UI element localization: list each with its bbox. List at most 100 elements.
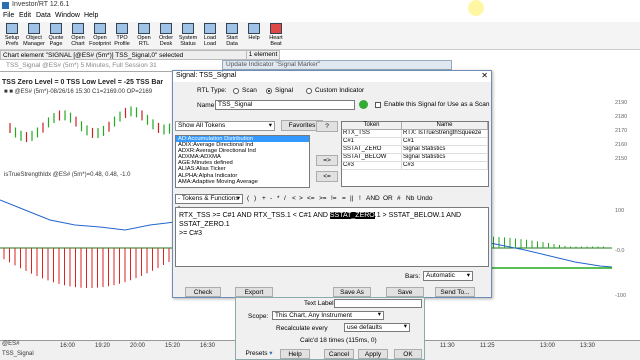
op-not[interactable]: ! bbox=[359, 195, 361, 202]
op-le[interactable]: <= bbox=[307, 195, 315, 202]
chevron-down-icon: ▾ bbox=[236, 195, 240, 202]
grid-header-name: Name bbox=[402, 122, 488, 130]
op-ne[interactable]: != bbox=[331, 195, 337, 202]
token-help-button[interactable]: ? bbox=[316, 121, 338, 132]
ok-button[interactable]: OK bbox=[394, 349, 422, 359]
heart-beat-button[interactable]: Heart Beat bbox=[265, 23, 287, 49]
menu-window[interactable]: Window bbox=[55, 12, 80, 19]
time-tick: 13:30 bbox=[580, 343, 596, 349]
chevron-down-icon: ▾ bbox=[377, 311, 381, 318]
help-button[interactable]: Help bbox=[243, 23, 265, 49]
object-manager-button[interactable]: Object Manager bbox=[23, 23, 45, 49]
window-titlebar: Investor/RT 12.6.1 bbox=[0, 0, 640, 11]
token-list[interactable]: AD:Accumulation Distribution ADIX:Averag… bbox=[175, 135, 310, 188]
grid-cell[interactable]: Signal Statistics bbox=[402, 146, 488, 154]
op-plus[interactable]: + bbox=[262, 195, 266, 202]
grid-cell[interactable]: RTX_TSS bbox=[342, 130, 402, 138]
help-icon bbox=[248, 23, 260, 34]
cancel-button[interactable]: Cancel bbox=[324, 349, 354, 359]
order-icon bbox=[160, 23, 172, 34]
grid-cell[interactable]: C#3 bbox=[342, 162, 402, 170]
open-chart-button[interactable]: Open Chart bbox=[67, 23, 89, 49]
text-label-field[interactable] bbox=[334, 299, 422, 308]
grid-cell[interactable]: RTX: IsTrueStrengthSqueeze bbox=[402, 130, 488, 138]
op-lt[interactable]: < bbox=[292, 195, 296, 202]
op-gt[interactable]: > bbox=[299, 195, 303, 202]
chevron-down-icon: ▾ bbox=[403, 323, 407, 330]
grid-cell[interactable]: SSTAT_BELOW bbox=[342, 154, 402, 162]
close-icon[interactable]: ✕ bbox=[481, 71, 488, 80]
open-footprint-button[interactable]: Open Footprint bbox=[89, 23, 111, 49]
name-field[interactable]: TSS_Signal bbox=[215, 100, 355, 110]
apply-button[interactable]: Apply bbox=[358, 349, 388, 359]
radio-scan[interactable] bbox=[233, 88, 239, 94]
start-data-button[interactable]: Start Data bbox=[221, 23, 243, 49]
remove-token-button[interactable]: <= bbox=[316, 171, 338, 182]
status-line: Chart element "SIGNAL [@ES# (5m*)] TSS_S… bbox=[0, 50, 280, 60]
presets-button[interactable]: Presets ▾ bbox=[242, 349, 276, 359]
expression-editor[interactable]: RTX_TSS >= C#1 AND RTX_TSS.1 < C#1 AND S… bbox=[175, 207, 489, 267]
radio-custom-indicator[interactable] bbox=[306, 88, 312, 94]
radio-signal[interactable] bbox=[266, 88, 272, 94]
tpo-profile-button[interactable]: TPO Profile bbox=[111, 23, 133, 49]
calc-info: Calc'd 18 times (115ms, 0) bbox=[300, 337, 377, 344]
price-bars bbox=[9, 106, 171, 143]
add-token-button[interactable]: => bbox=[316, 155, 338, 166]
green-status-icon bbox=[359, 100, 368, 109]
op-times[interactable]: * bbox=[277, 195, 280, 202]
tokens-functions-select[interactable]: - Tokens & Functions -▾ bbox=[175, 194, 243, 210]
system-status-button[interactable]: System Status bbox=[177, 23, 199, 49]
grid-cell[interactable]: C#3 bbox=[402, 162, 488, 170]
grid-cell[interactable]: C#1 bbox=[402, 138, 488, 146]
time-tick: 19:20 bbox=[95, 343, 111, 349]
grid-cell[interactable]: C#1 bbox=[342, 138, 402, 146]
save-button[interactable]: Save bbox=[386, 287, 424, 297]
setup-prefs-button[interactable]: Setup Prefs bbox=[1, 23, 23, 49]
menu-edit[interactable]: Edit bbox=[19, 12, 31, 19]
settings-icon bbox=[6, 23, 18, 34]
help-panel-button[interactable]: Help bbox=[280, 349, 310, 359]
scope-select[interactable]: This Chart, Any Instrument ▾ bbox=[272, 311, 384, 320]
op-hash[interactable]: # bbox=[397, 195, 401, 202]
save-as-button[interactable]: Save As bbox=[333, 287, 371, 297]
op-open-paren[interactable]: ( bbox=[247, 195, 249, 202]
op-or-bars[interactable]: || bbox=[350, 195, 353, 202]
send-to-button[interactable]: Send To... bbox=[435, 287, 475, 297]
grid-cell[interactable]: Signal Statistics bbox=[402, 154, 488, 162]
op-close-paren[interactable]: ) bbox=[254, 195, 256, 202]
rtl-icon bbox=[138, 23, 150, 34]
time-tick: 11:25 bbox=[480, 343, 495, 349]
op-eq[interactable]: = bbox=[342, 195, 346, 202]
recalc-label: Recalculate every bbox=[276, 325, 328, 332]
op-nb[interactable]: Nb bbox=[406, 195, 414, 202]
op-divide[interactable]: / bbox=[284, 195, 286, 202]
token-grid[interactable]: Token Name RTX_TSS RTX: IsTrueStrengthSq… bbox=[341, 121, 489, 187]
order-desk-button[interactable]: Order Desk bbox=[155, 23, 177, 49]
quote-page-button[interactable]: Quote Page bbox=[45, 23, 67, 49]
load-icon bbox=[204, 23, 216, 34]
menu-file[interactable]: File bbox=[3, 12, 14, 19]
bars-select[interactable]: Automatic ▾ bbox=[423, 271, 473, 281]
enable-scan-checkbox[interactable] bbox=[375, 102, 381, 108]
op-minus[interactable]: - bbox=[270, 195, 272, 202]
undo-button[interactable]: Undo bbox=[417, 195, 433, 202]
op-and[interactable]: AND bbox=[366, 195, 380, 202]
grid-cell[interactable]: SSTAT_ZERO bbox=[342, 146, 402, 154]
app-title: Investor/RT 12.6.1 bbox=[12, 1, 70, 8]
menu-data[interactable]: Data bbox=[36, 12, 51, 19]
toolbar: Setup Prefs Object Manager Quote Page Op… bbox=[0, 22, 640, 50]
right-price-axis: 2190 2180 2170 2160 2150 100 -0.0 -100 bbox=[615, 100, 628, 299]
load-button[interactable]: Load Load bbox=[199, 23, 221, 49]
export-button[interactable]: Export bbox=[235, 287, 273, 297]
price-chart[interactable] bbox=[0, 98, 175, 170]
op-or[interactable]: OR bbox=[383, 195, 393, 202]
menu-help[interactable]: Help bbox=[84, 12, 98, 19]
list-item[interactable]: AMA:Adaptive Moving Average bbox=[176, 179, 309, 185]
recalc-select[interactable]: use defaults ▾ bbox=[344, 323, 410, 332]
tokens-filter-select[interactable]: Show All Tokens ▾ bbox=[175, 121, 275, 131]
open-rtl-button[interactable]: Open RTL bbox=[133, 23, 155, 49]
check-button[interactable]: Check bbox=[185, 287, 221, 297]
op-ge[interactable]: >= bbox=[319, 195, 327, 202]
symbol-box[interactable]: @ES# bbox=[2, 341, 19, 347]
chart-tab[interactable]: TSS_Signal bbox=[2, 351, 34, 357]
